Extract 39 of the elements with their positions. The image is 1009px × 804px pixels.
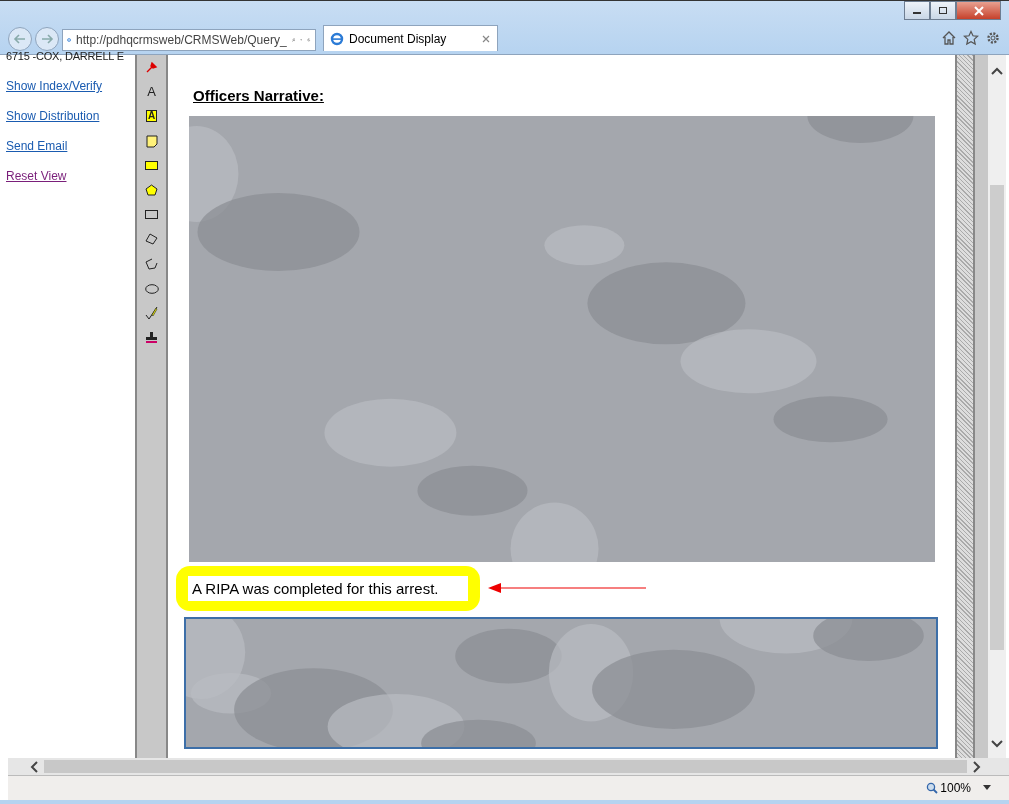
text-tool[interactable]: A [147, 85, 156, 99]
sidebar-link[interactable]: Reset View [6, 169, 67, 183]
horizontal-scrollbar[interactable] [8, 758, 1009, 775]
highlight-icon[interactable] [145, 161, 158, 171]
polygon-fill-icon[interactable] [145, 184, 158, 197]
scroll-down-icon[interactable] [991, 740, 1003, 748]
zoom-button[interactable]: 100% [926, 781, 971, 795]
rectangle-icon[interactable] [145, 210, 158, 220]
pencil-icon[interactable] [145, 306, 158, 321]
close-icon[interactable] [481, 33, 491, 44]
close-button[interactable] [956, 1, 1001, 20]
vertical-scrollbar[interactable] [988, 55, 1006, 758]
stamp-icon[interactable] [145, 331, 158, 345]
record-title: 6715 -COX, DARRELL E [6, 49, 124, 63]
sticky-note-icon[interactable] [145, 134, 158, 148]
text-box-tool[interactable]: A [145, 110, 158, 123]
zoom-icon [926, 782, 939, 794]
settings-icon[interactable] [985, 30, 1001, 46]
sidebar-link[interactable]: Show Index/Verify [6, 79, 103, 93]
address-text: http://pdhqcrmsweb/CRMSWeb/Query_ [76, 33, 287, 47]
ellipse-icon[interactable] [144, 283, 159, 294]
scroll-left-icon[interactable] [30, 760, 38, 773]
browser-tab[interactable]: Document Display [323, 25, 498, 51]
scroll-right-icon[interactable] [973, 760, 981, 773]
scroll-up-icon[interactable] [991, 67, 1003, 75]
pin-icon[interactable] [145, 61, 158, 74]
polyline-icon[interactable] [145, 258, 158, 271]
home-icon[interactable] [941, 30, 957, 46]
document-heading: Officers Narrative: [193, 87, 324, 104]
close-icon [972, 5, 985, 16]
polygon-icon[interactable] [145, 233, 158, 246]
splitter-handle[interactable] [955, 55, 975, 758]
sidebar-link[interactable]: Show Distribution [6, 109, 100, 123]
maximize-icon [938, 6, 948, 15]
sidebar-link[interactable]: Send Email [6, 139, 68, 153]
minimize-button[interactable] [904, 1, 930, 20]
star-icon[interactable] [963, 30, 979, 46]
maximize-button[interactable] [930, 1, 956, 20]
callout-text: A RIPA was completed for this arrest. [188, 575, 468, 601]
